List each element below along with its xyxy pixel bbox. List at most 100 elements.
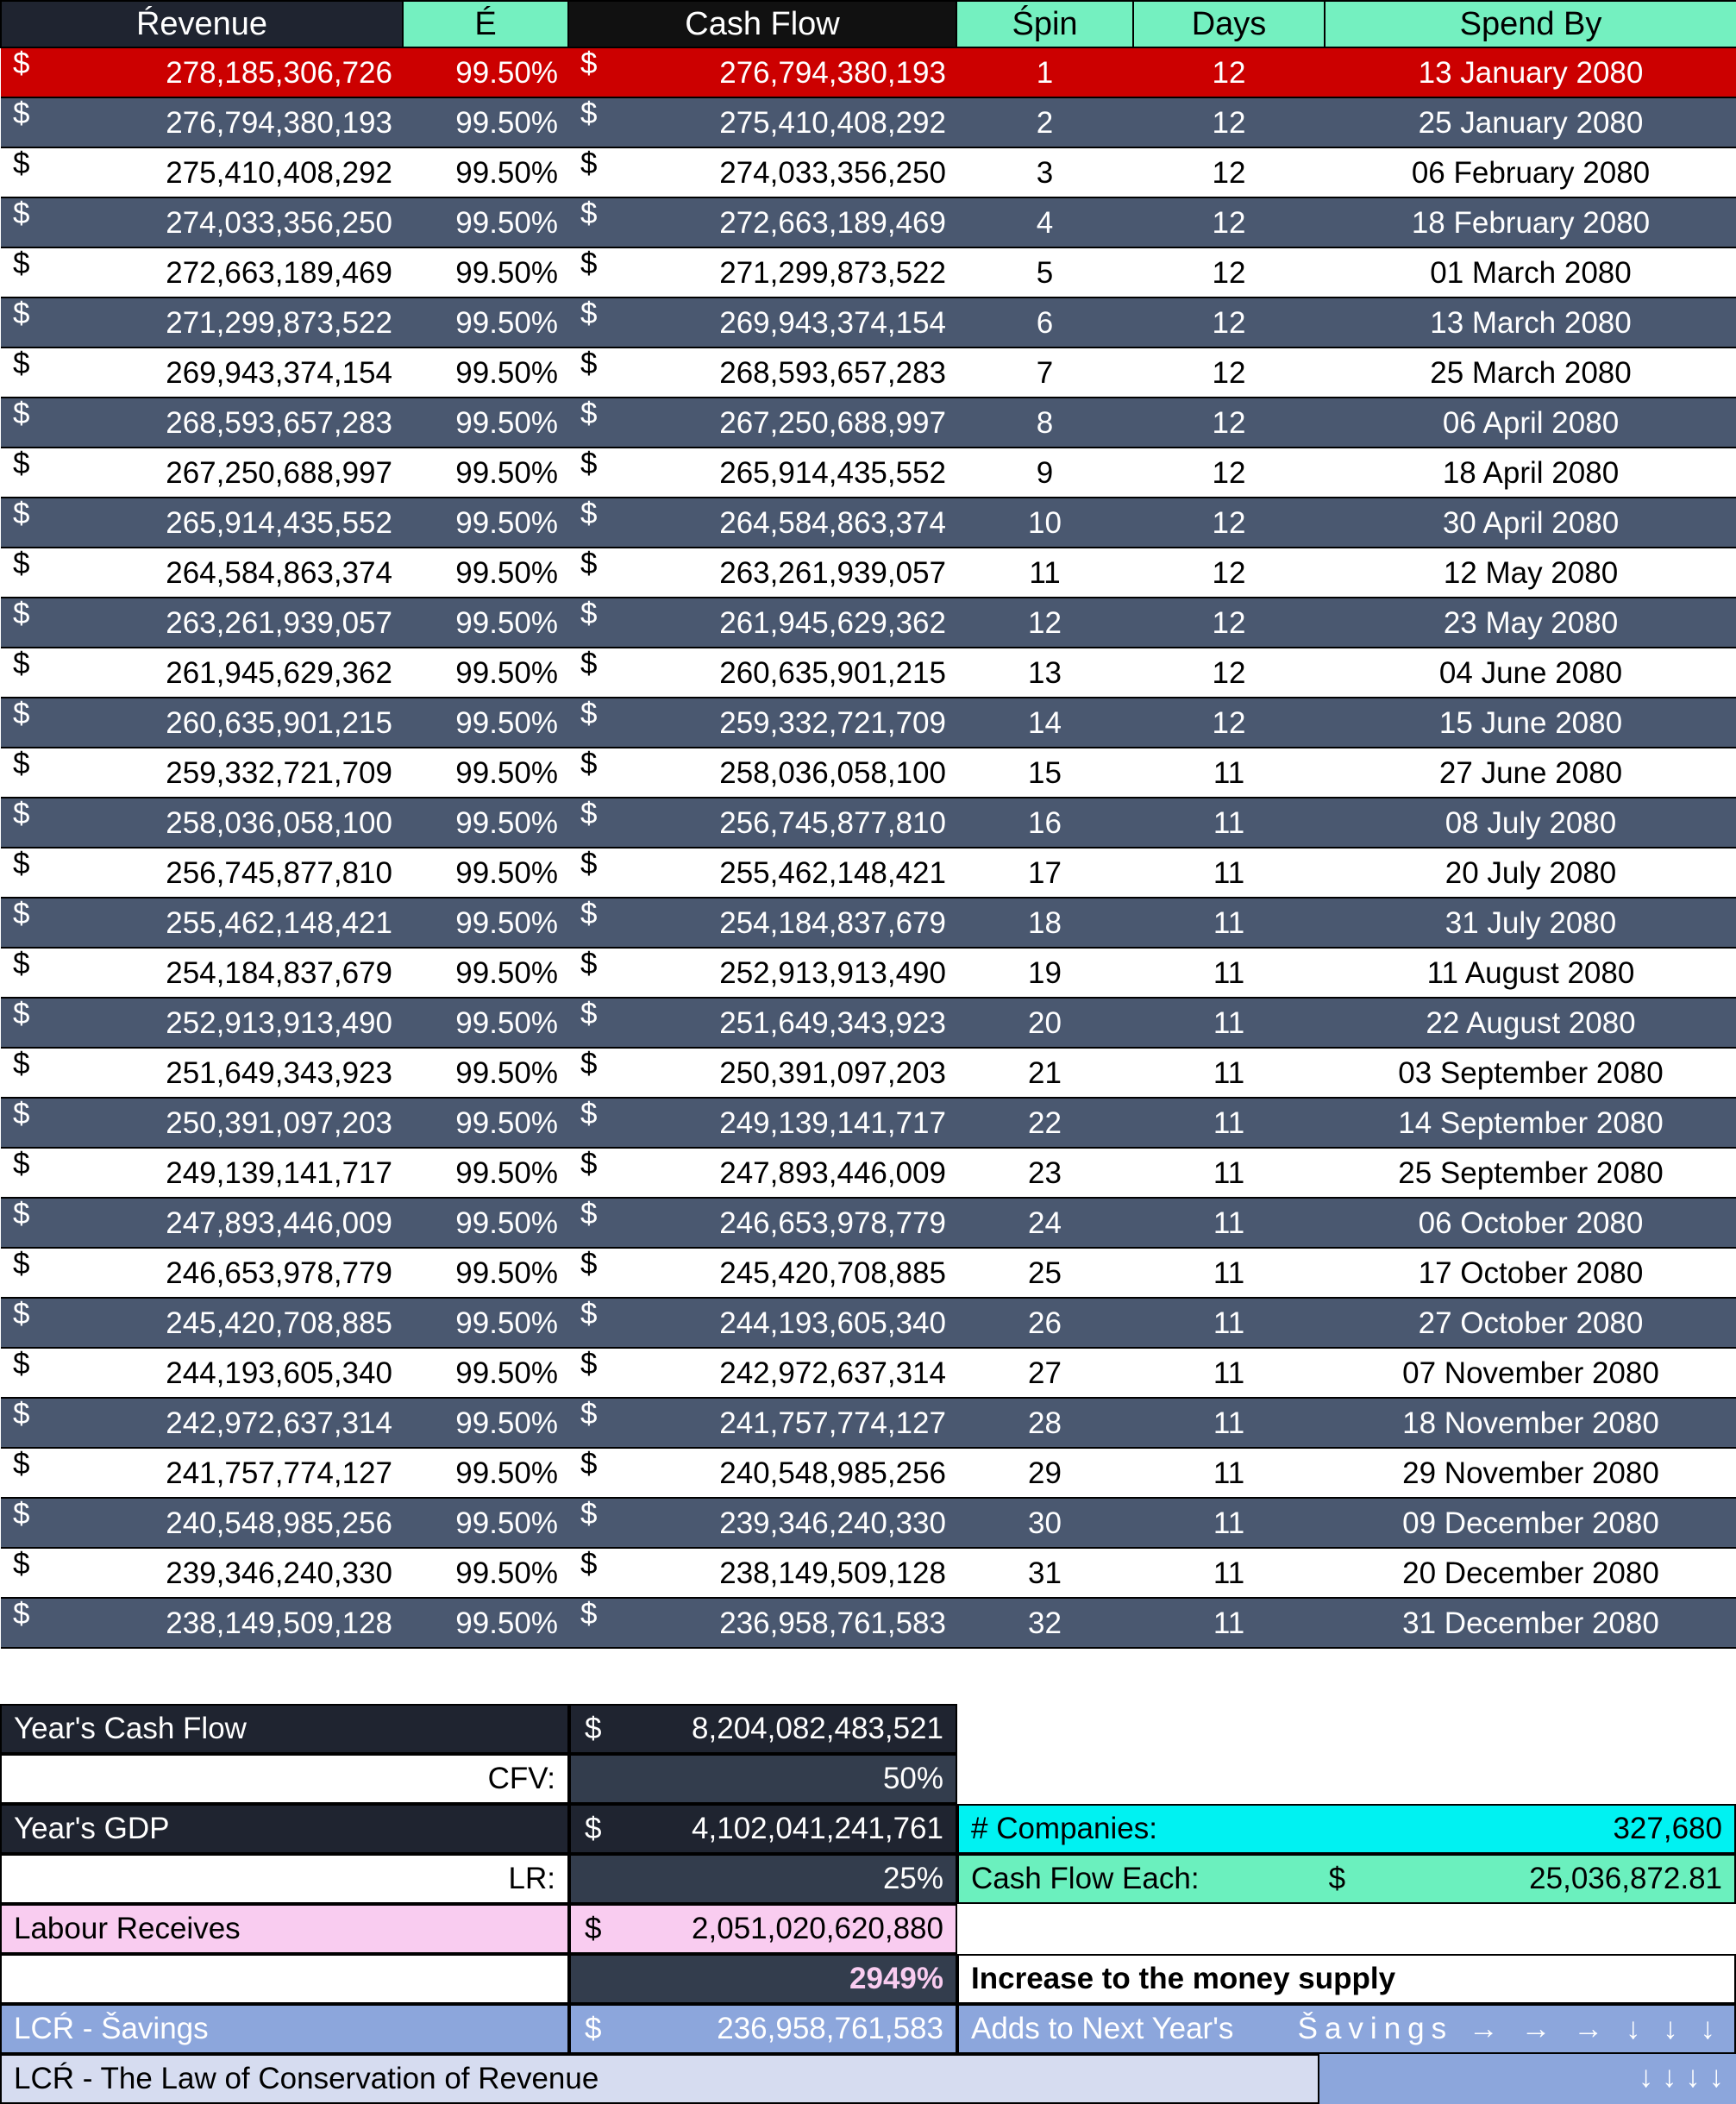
cell-spin[interactable]: 23: [956, 1147, 1133, 1199]
column-header-revenue[interactable]: Ŕevenue: [0, 0, 404, 48]
cell-revenue[interactable]: $241,757,774,127: [1, 1447, 403, 1499]
table-row[interactable]: $245,420,708,885 99.50% $244,193,605,340 26…: [1, 1297, 1736, 1349]
cell-spend-by[interactable]: 25 September 2080: [1325, 1147, 1736, 1199]
cell-days[interactable]: 11: [1133, 997, 1325, 1049]
table-row[interactable]: $269,943,374,154 99.50% $268,593,657,283 7 1…: [1, 347, 1736, 398]
cell-cash-flow[interactable]: $241,757,774,127: [568, 1397, 956, 1449]
cell-spin[interactable]: 5: [956, 247, 1133, 298]
cell-days[interactable]: 11: [1133, 1147, 1325, 1199]
table-row[interactable]: $255,462,148,421 99.50% $254,184,837,679 18…: [1, 897, 1736, 949]
cell-revenue[interactable]: $240,548,985,256: [1, 1497, 403, 1549]
companies-cell[interactable]: # Companies: 327,680: [957, 1804, 1736, 1854]
table-row[interactable]: $264,584,863,374 99.50% $263,261,939,057 11…: [1, 547, 1736, 598]
cell-revenue[interactable]: $242,972,637,314: [1, 1397, 403, 1449]
cell-days[interactable]: 12: [1133, 497, 1325, 548]
table-row[interactable]: $276,794,380,193 99.50% $275,410,408,292 2 1…: [1, 97, 1736, 148]
cell-spend-by[interactable]: 25 January 2080: [1325, 97, 1736, 148]
cell-cash-flow[interactable]: $249,139,141,717: [568, 1097, 956, 1149]
table-row[interactable]: $267,250,688,997 99.50% $265,914,435,552 9 1…: [1, 447, 1736, 498]
table-row[interactable]: $261,945,629,362 99.50% $260,635,901,215 13…: [1, 647, 1736, 698]
cell-revenue[interactable]: $244,193,605,340: [1, 1347, 403, 1399]
cell-cash-flow[interactable]: $259,332,721,709: [568, 697, 956, 748]
cell-revenue[interactable]: $258,036,058,100: [1, 797, 403, 848]
cell-spin[interactable]: 7: [956, 347, 1133, 398]
cell-revenue[interactable]: $260,635,901,215: [1, 697, 403, 748]
cell-days[interactable]: 11: [1133, 1497, 1325, 1549]
table-row[interactable]: $275,410,408,292 99.50% $274,033,356,250 3 1…: [1, 147, 1736, 198]
column-header-spin[interactable]: Śpin: [956, 0, 1134, 48]
cell-efficiency[interactable]: 99.50%: [403, 1347, 568, 1399]
cell-days[interactable]: 11: [1133, 797, 1325, 848]
cell-spend-by[interactable]: 23 May 2080: [1325, 597, 1736, 648]
cell-spin[interactable]: 2: [956, 97, 1133, 148]
cell-efficiency[interactable]: 99.50%: [403, 547, 568, 598]
cell-revenue[interactable]: $271,299,873,522: [1, 297, 403, 348]
cell-spend-by[interactable]: 22 August 2080: [1325, 997, 1736, 1049]
cell-spend-by[interactable]: 17 October 2080: [1325, 1247, 1736, 1299]
cell-revenue[interactable]: $259,332,721,709: [1, 747, 403, 798]
table-row[interactable]: $274,033,356,250 99.50% $272,663,189,469 4 1…: [1, 197, 1736, 248]
cell-efficiency[interactable]: 99.50%: [403, 1597, 568, 1649]
cell-days[interactable]: 12: [1133, 697, 1325, 748]
cell-spend-by[interactable]: 04 June 2080: [1325, 647, 1736, 698]
cell-efficiency[interactable]: 99.50%: [403, 97, 568, 148]
cell-days[interactable]: 12: [1133, 247, 1325, 298]
cell-spin[interactable]: 27: [956, 1347, 1133, 1399]
cell-revenue[interactable]: $275,410,408,292: [1, 147, 403, 198]
cell-spin[interactable]: 24: [956, 1197, 1133, 1249]
column-header-e[interactable]: É: [402, 0, 569, 48]
table-row[interactable]: $251,649,343,923 99.50% $250,391,097,203 21…: [1, 1047, 1736, 1099]
cell-cash-flow[interactable]: $260,635,901,215: [568, 647, 956, 698]
cell-revenue[interactable]: $264,584,863,374: [1, 547, 403, 598]
cell-spend-by[interactable]: 27 October 2080: [1325, 1297, 1736, 1349]
cell-spend-by[interactable]: 12 May 2080: [1325, 547, 1736, 598]
cell-days[interactable]: 11: [1133, 1247, 1325, 1299]
table-row[interactable]: $246,653,978,779 99.50% $245,420,708,885 25…: [1, 1247, 1736, 1299]
cell-cash-flow[interactable]: $255,462,148,421: [568, 847, 956, 899]
cell-spend-by[interactable]: 31 July 2080: [1325, 897, 1736, 949]
lr-value[interactable]: 25%: [569, 1854, 957, 1904]
cell-spend-by[interactable]: 14 September 2080: [1325, 1097, 1736, 1149]
cell-spin[interactable]: 8: [956, 397, 1133, 448]
cell-spin[interactable]: 14: [956, 697, 1133, 748]
cell-cash-flow[interactable]: $250,391,097,203: [568, 1047, 956, 1099]
cell-revenue[interactable]: $247,893,446,009: [1, 1197, 403, 1249]
cell-cash-flow[interactable]: $261,945,629,362: [568, 597, 956, 648]
cell-cash-flow[interactable]: $267,250,688,997: [568, 397, 956, 448]
lcr-savings-value-cell[interactable]: $236,958,761,583: [569, 2004, 957, 2054]
cell-spend-by[interactable]: 06 October 2080: [1325, 1197, 1736, 1249]
cell-spin[interactable]: 10: [956, 497, 1133, 548]
cell-revenue[interactable]: $256,745,877,810: [1, 847, 403, 899]
cell-revenue[interactable]: $251,649,343,923: [1, 1047, 403, 1099]
table-row[interactable]: $268,593,657,283 99.50% $267,250,688,997 8 1…: [1, 397, 1736, 448]
cell-revenue[interactable]: $278,185,306,726: [1, 47, 403, 98]
cell-revenue[interactable]: $268,593,657,283: [1, 397, 403, 448]
cell-cash-flow[interactable]: $247,893,446,009: [568, 1147, 956, 1199]
cell-spin[interactable]: 31: [956, 1547, 1133, 1599]
table-row[interactable]: $258,036,058,100 99.50% $256,745,877,810 16…: [1, 797, 1736, 848]
table-row[interactable]: $259,332,721,709 99.50% $258,036,058,100 15…: [1, 747, 1736, 798]
cell-efficiency[interactable]: 99.50%: [403, 247, 568, 298]
cell-spend-by[interactable]: 13 March 2080: [1325, 297, 1736, 348]
cell-efficiency[interactable]: 99.50%: [403, 1147, 568, 1199]
table-row[interactable]: $239,346,240,330 99.50% $238,149,509,128 31…: [1, 1547, 1736, 1599]
cell-days[interactable]: 12: [1133, 47, 1325, 98]
cell-revenue[interactable]: $245,420,708,885: [1, 1297, 403, 1349]
cell-days[interactable]: 11: [1133, 1347, 1325, 1399]
cell-spin[interactable]: 3: [956, 147, 1133, 198]
cell-spin[interactable]: 6: [956, 297, 1133, 348]
cell-spend-by[interactable]: 09 December 2080: [1325, 1497, 1736, 1549]
cell-revenue[interactable]: $263,261,939,057: [1, 597, 403, 648]
cell-cash-flow[interactable]: $272,663,189,469: [568, 197, 956, 248]
cell-cash-flow[interactable]: $263,261,939,057: [568, 547, 956, 598]
cell-cash-flow[interactable]: $269,943,374,154: [568, 297, 956, 348]
cell-days[interactable]: 12: [1133, 597, 1325, 648]
cell-efficiency[interactable]: 99.50%: [403, 47, 568, 98]
cell-cash-flow[interactable]: $258,036,058,100: [568, 747, 956, 798]
years-gdp-value-cell[interactable]: $4,102,041,241,761: [569, 1804, 957, 1854]
cell-revenue[interactable]: $252,913,913,490: [1, 997, 403, 1049]
table-row[interactable]: $254,184,837,679 99.50% $252,913,913,490 19…: [1, 947, 1736, 999]
cell-efficiency[interactable]: 99.50%: [403, 847, 568, 899]
table-row[interactable]: $278,185,306,726 99.50% $276,794,380,193 1 1…: [1, 47, 1736, 98]
cell-days[interactable]: 12: [1133, 197, 1325, 248]
